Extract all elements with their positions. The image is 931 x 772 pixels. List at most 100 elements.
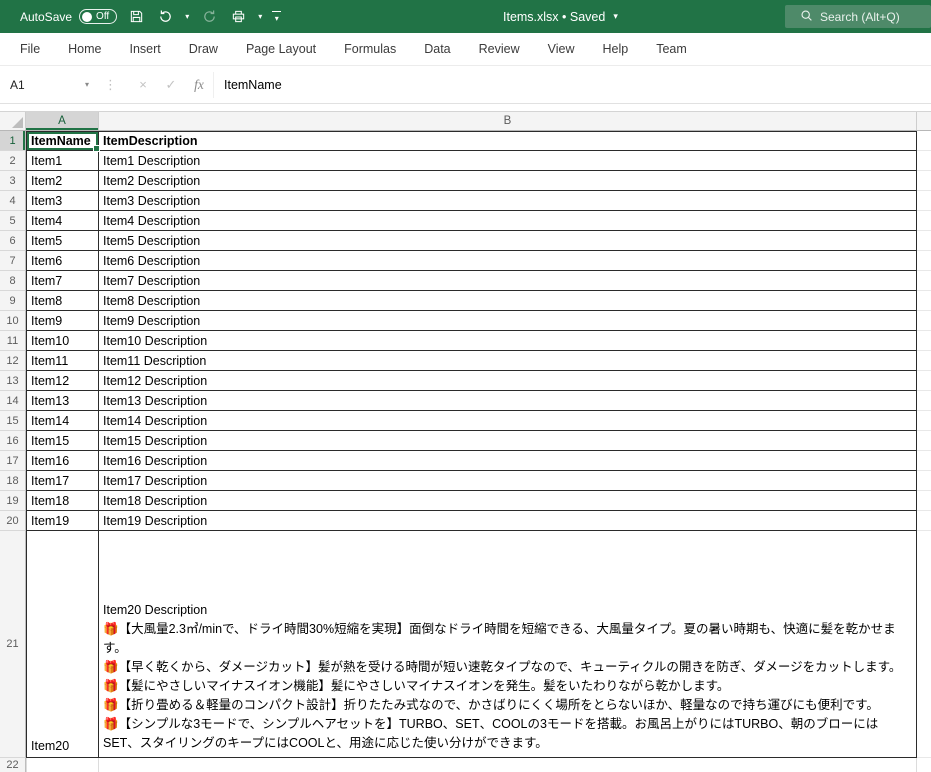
row-header-22[interactable]: 22 — [0, 758, 26, 772]
formula-bar-divider — [0, 104, 931, 112]
cell-A6[interactable]: Item5 — [26, 231, 99, 251]
name-box[interactable]: A1 ▾ — [0, 72, 96, 98]
redo-icon[interactable] — [199, 6, 219, 28]
row-header-3[interactable]: 3 — [0, 171, 26, 191]
row-header-1[interactable]: 1 — [0, 131, 26, 151]
cell-A4[interactable]: Item3 — [26, 191, 99, 211]
cell-A9[interactable]: Item8 — [26, 291, 99, 311]
cell-B20[interactable]: Item19 Description — [99, 511, 917, 531]
cell-A12[interactable]: Item11 — [26, 351, 99, 371]
column-header-b[interactable]: B — [99, 112, 917, 130]
formula-bar-resize-handle[interactable]: ⋮ — [96, 77, 129, 93]
menu-tab-file[interactable]: File — [6, 33, 54, 65]
row-header-20[interactable]: 20 — [0, 511, 26, 531]
autosave-toggle[interactable]: Off — [79, 9, 117, 24]
cell-B16[interactable]: Item15 Description — [99, 431, 917, 451]
cell-B13[interactable]: Item12 Description — [99, 371, 917, 391]
cell-A3[interactable]: Item2 — [26, 171, 99, 191]
row-header-15[interactable]: 15 — [0, 411, 26, 431]
save-icon[interactable] — [126, 6, 146, 28]
cell-A18[interactable]: Item17 — [26, 471, 99, 491]
cell-A8[interactable]: Item7 — [26, 271, 99, 291]
row-header-10[interactable]: 10 — [0, 311, 26, 331]
cell-B3[interactable]: Item2 Description — [99, 171, 917, 191]
cell-B10[interactable]: Item9 Description — [99, 311, 917, 331]
column-header-a[interactable]: A — [26, 112, 99, 130]
menu-tab-data[interactable]: Data — [410, 33, 464, 65]
undo-icon[interactable] — [155, 6, 175, 28]
name-box-dropdown-icon[interactable]: ▾ — [85, 80, 89, 89]
cell-B8[interactable]: Item7 Description — [99, 271, 917, 291]
row-header-13[interactable]: 13 — [0, 371, 26, 391]
cell-B21[interactable]: Item20 Description 🎁【大風量2.3㎥/minで、ドライ時間3… — [99, 531, 917, 758]
menu-tab-insert[interactable]: Insert — [116, 33, 175, 65]
menu-tab-view[interactable]: View — [534, 33, 589, 65]
row-header-2[interactable]: 2 — [0, 151, 26, 171]
cell-B2[interactable]: Item1 Description — [99, 151, 917, 171]
cell-B14[interactable]: Item13 Description — [99, 391, 917, 411]
cell-B22[interactable] — [99, 758, 917, 772]
menu-tab-home[interactable]: Home — [54, 33, 115, 65]
cell-A17[interactable]: Item16 — [26, 451, 99, 471]
cell-B7[interactable]: Item6 Description — [99, 251, 917, 271]
cell-B19[interactable]: Item18 Description — [99, 491, 917, 511]
select-all-corner[interactable] — [0, 112, 26, 130]
cell-B12[interactable]: Item11 Description — [99, 351, 917, 371]
search-box[interactable]: Search (Alt+Q) — [785, 5, 931, 28]
cell-A22[interactable] — [26, 758, 99, 772]
undo-dropdown-icon[interactable]: ▾ — [184, 12, 190, 21]
customize-quick-access-toolbar-icon[interactable]: ▾ — [272, 11, 281, 23]
search-icon — [800, 9, 813, 25]
row-header-6[interactable]: 6 — [0, 231, 26, 251]
row-header-7[interactable]: 7 — [0, 251, 26, 271]
cell-A5[interactable]: Item4 — [26, 211, 99, 231]
quick-print-icon[interactable] — [228, 6, 248, 28]
cell-A20[interactable]: Item19 — [26, 511, 99, 531]
cell-A16[interactable]: Item15 — [26, 431, 99, 451]
cell-A11[interactable]: Item10 — [26, 331, 99, 351]
row-header-16[interactable]: 16 — [0, 431, 26, 451]
row-header-5[interactable]: 5 — [0, 211, 26, 231]
row-header-12[interactable]: 12 — [0, 351, 26, 371]
cancel-icon[interactable]: × — [129, 72, 157, 98]
cell-B4[interactable]: Item3 Description — [99, 191, 917, 211]
cell-B11[interactable]: Item10 Description — [99, 331, 917, 351]
quick-print-dropdown-icon[interactable]: ▾ — [257, 12, 263, 21]
cell-A7[interactable]: Item6 — [26, 251, 99, 271]
menu-tab-draw[interactable]: Draw — [175, 33, 232, 65]
cell-A15[interactable]: Item14 — [26, 411, 99, 431]
cell-A2[interactable]: Item1 — [26, 151, 99, 171]
cell-A13[interactable]: Item12 — [26, 371, 99, 391]
row-header-11[interactable]: 11 — [0, 331, 26, 351]
menu-tab-formulas[interactable]: Formulas — [330, 33, 410, 65]
row-header-19[interactable]: 19 — [0, 491, 26, 511]
menu-tab-review[interactable]: Review — [465, 33, 534, 65]
enter-icon[interactable]: ✓ — [157, 72, 185, 98]
cell-A19[interactable]: Item18 — [26, 491, 99, 511]
cell-A1[interactable]: ItemName — [26, 131, 99, 151]
cell-B15[interactable]: Item14 Description — [99, 411, 917, 431]
cell-B6[interactable]: Item5 Description — [99, 231, 917, 251]
menu-tab-page-layout[interactable]: Page Layout — [232, 33, 330, 65]
row-header-9[interactable]: 9 — [0, 291, 26, 311]
row-header-14[interactable]: 14 — [0, 391, 26, 411]
row-header-8[interactable]: 8 — [0, 271, 26, 291]
row-header-17[interactable]: 17 — [0, 451, 26, 471]
cell-A14[interactable]: Item13 — [26, 391, 99, 411]
row-header-21[interactable]: 21 — [0, 531, 26, 758]
cell-A21[interactable]: Item20 — [26, 531, 99, 758]
autosave-control[interactable]: AutoSave Off — [20, 9, 117, 24]
row-header-4[interactable]: 4 — [0, 191, 26, 211]
cell-B9[interactable]: Item8 Description — [99, 291, 917, 311]
menu-tab-team[interactable]: Team — [642, 33, 701, 65]
document-title[interactable]: Items.xlsx • Saved ▾ — [503, 0, 619, 33]
row-header-18[interactable]: 18 — [0, 471, 26, 491]
cell-B5[interactable]: Item4 Description — [99, 211, 917, 231]
cell-A10[interactable]: Item9 — [26, 311, 99, 331]
cell-B18[interactable]: Item17 Description — [99, 471, 917, 491]
insert-function-icon[interactable]: fx — [185, 72, 213, 98]
formula-input[interactable]: ItemName — [213, 72, 931, 98]
cell-B1[interactable]: ItemDescription — [99, 131, 917, 151]
cell-B17[interactable]: Item16 Description — [99, 451, 917, 471]
menu-tab-help[interactable]: Help — [589, 33, 643, 65]
